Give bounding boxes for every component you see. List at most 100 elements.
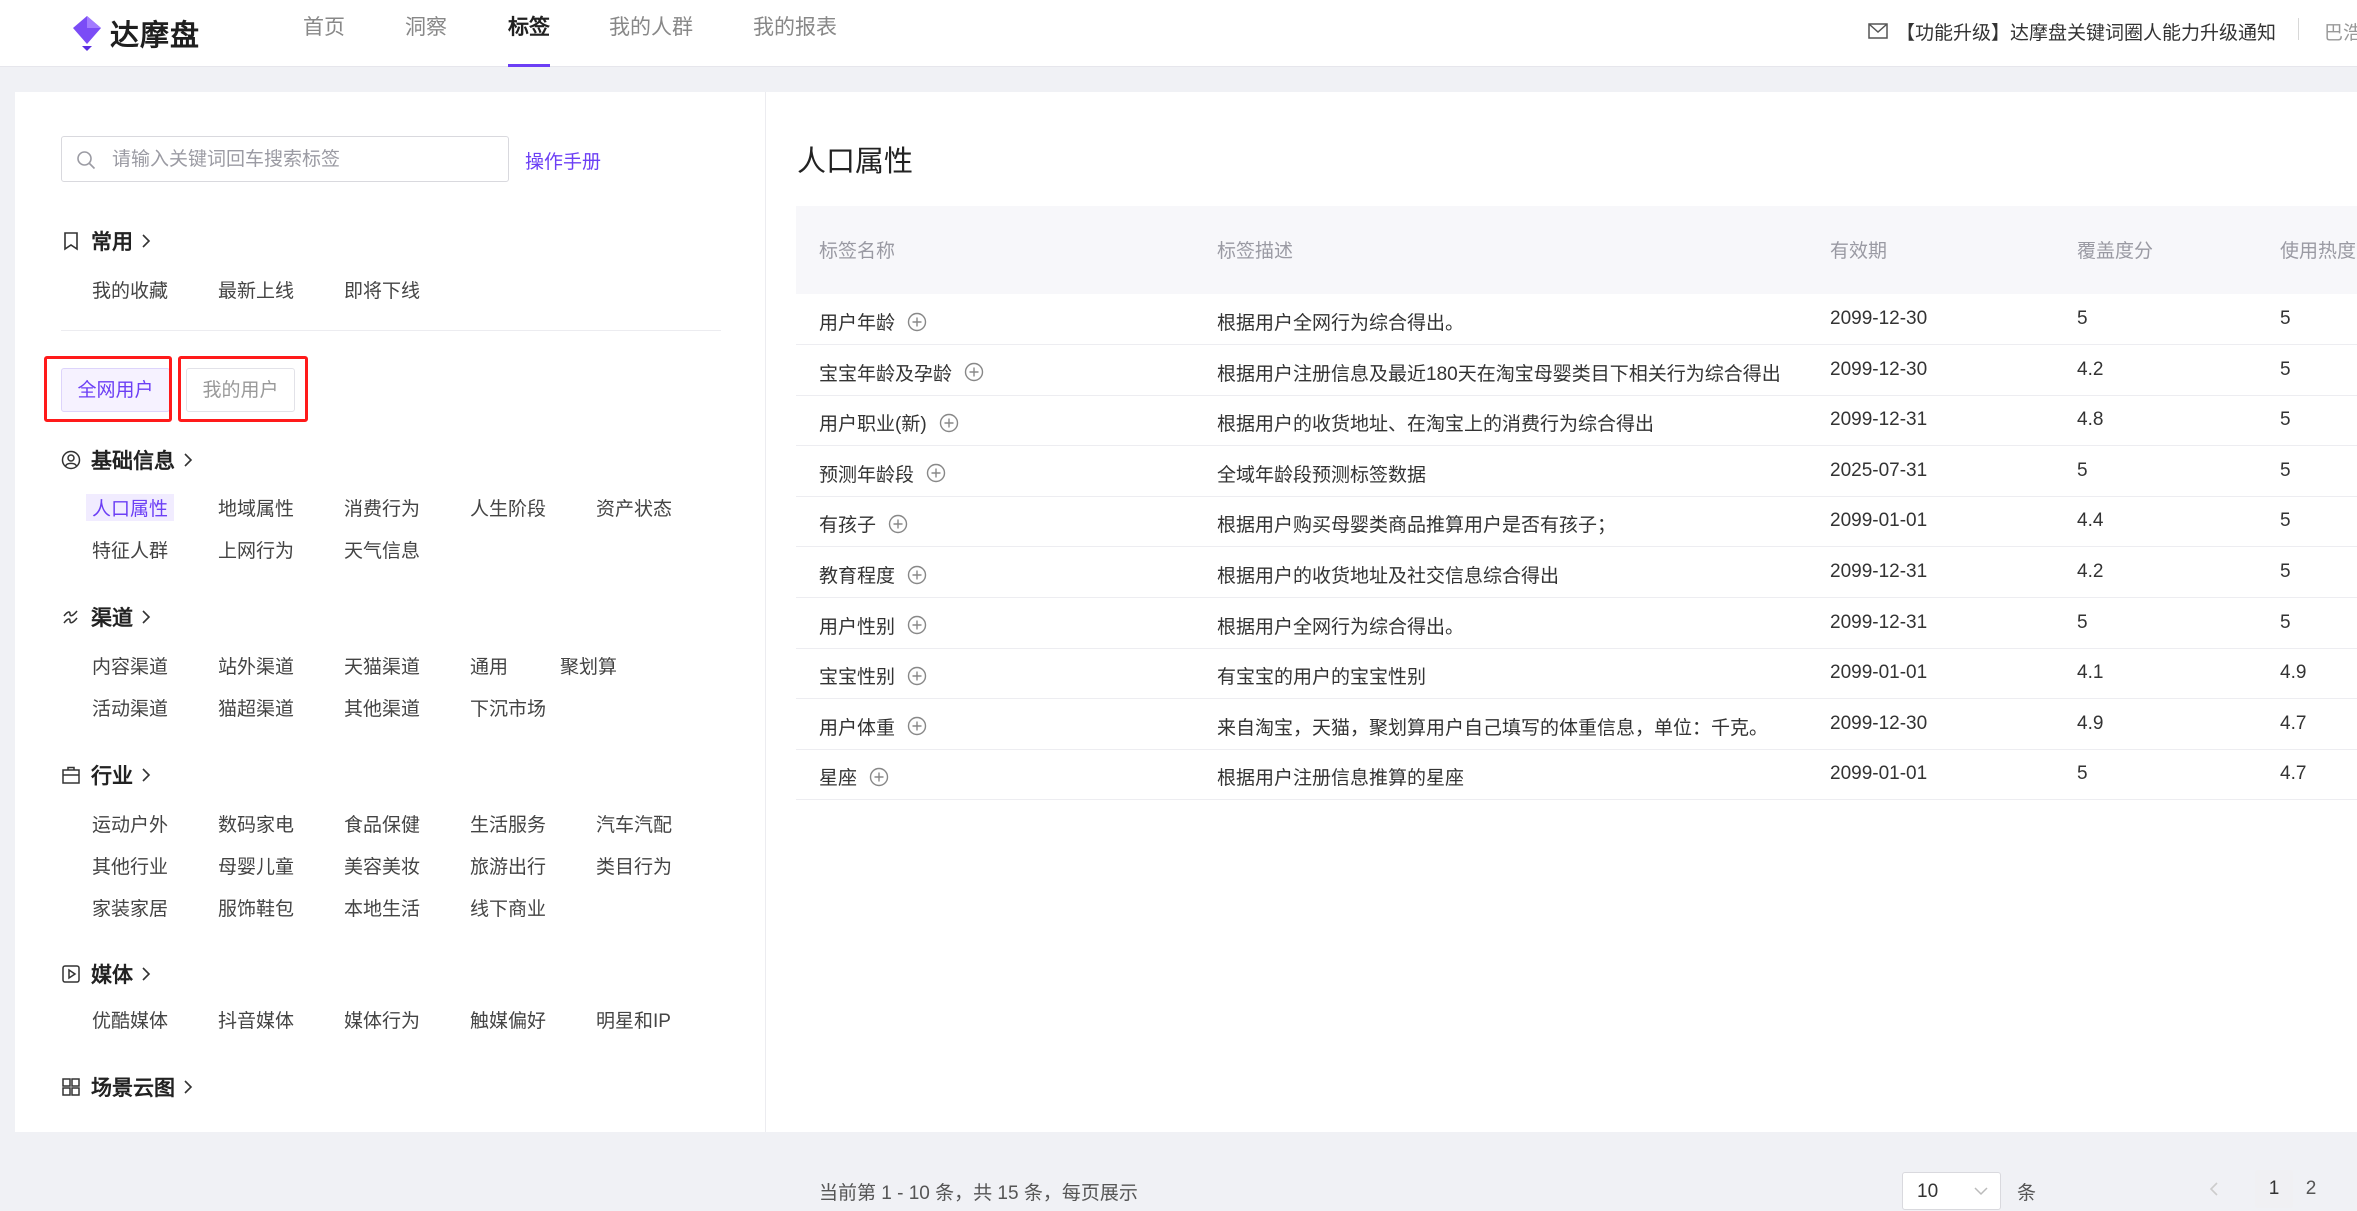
tag-description-cell: 根据用户的收货地址及社交信息综合得出 [1217, 561, 1559, 588]
tag-life-service[interactable]: 生活服务 [470, 810, 546, 837]
tag-digital[interactable]: 数码家电 [218, 810, 294, 837]
tag-celebrity-ip[interactable]: 明星和IP [596, 1006, 671, 1033]
notice-link[interactable]: 【功能升级】达摩盘关键词圈人能力升级通知 [1868, 18, 2276, 44]
section-media[interactable]: 媒体 [61, 959, 151, 989]
section-title: 基础信息 [91, 450, 175, 473]
tag-douyin[interactable]: 抖音媒体 [218, 1006, 294, 1033]
user-name[interactable]: 巴浩 [2324, 18, 2357, 45]
add-tag-icon[interactable] [907, 615, 927, 635]
tag-other-channel[interactable]: 其他渠道 [344, 694, 420, 721]
tag-name-cell: 宝宝年龄及孕龄 [819, 359, 984, 386]
tag-expiry-cell: 2099-12-31 [1830, 409, 1927, 431]
page-1-button[interactable]: 1 [2255, 1170, 2293, 1208]
tag-content-channel[interactable]: 内容渠道 [92, 652, 168, 679]
tag-auto[interactable]: 汽车汽配 [596, 810, 672, 837]
tag-heat-cell-text: 5 [2280, 459, 2291, 481]
section-industry[interactable]: 行业 [61, 760, 151, 790]
tag-coverage-cell: 4.8 [2077, 409, 2103, 431]
search-icon [77, 151, 96, 170]
tag-tmall-channel[interactable]: 天猫渠道 [344, 652, 420, 679]
tag-expiry-cell: 2099-12-30 [1830, 359, 1927, 381]
tag-supermarket-channel[interactable]: 猫超渠道 [218, 694, 294, 721]
tag-description-cell-text: 根据用户的收货地址及社交信息综合得出 [1217, 566, 1560, 587]
tag-local-life[interactable]: 本地生活 [344, 894, 420, 921]
prev-page-button[interactable] [2201, 1170, 2227, 1208]
add-tag-icon[interactable] [907, 565, 927, 585]
nav-my-audience[interactable]: 我的人群 [609, 0, 693, 66]
tag-description-cell-text: 根据用户全网行为综合得出。 [1217, 616, 1465, 638]
tag-sports[interactable]: 运动户外 [92, 810, 168, 837]
tag-life-stage[interactable]: 人生阶段 [470, 494, 546, 521]
tag-search[interactable] [61, 136, 509, 183]
tag-other-industry[interactable]: 其他行业 [92, 852, 168, 879]
tag-lower-tier-market[interactable]: 下沉市场 [470, 694, 546, 721]
tag-online-behavior[interactable]: 上网行为 [218, 536, 294, 563]
tag-consumption[interactable]: 消费行为 [344, 494, 420, 521]
tag-offline-business[interactable]: 线下商业 [470, 894, 546, 921]
nav-tags[interactable]: 标签 [508, 0, 550, 67]
tag-weather[interactable]: 天气信息 [344, 536, 420, 563]
tag-category-behavior[interactable]: 类目行为 [596, 852, 672, 879]
add-tag-icon[interactable] [964, 362, 984, 382]
page-size-select[interactable]: 10 [1902, 1172, 2001, 1210]
tag-media-behavior[interactable]: 媒体行为 [344, 1006, 420, 1033]
add-tag-icon[interactable] [907, 666, 927, 686]
tag-event-channel[interactable]: 活动渠道 [92, 694, 168, 721]
tag-food-health[interactable]: 食品保健 [344, 810, 420, 837]
tag-description-cell-text: 全域年龄段预测标签数据 [1217, 464, 1427, 486]
nav-my-reports[interactable]: 我的报表 [753, 0, 837, 66]
section-scene-cloud[interactable]: 场景云图 [61, 1072, 193, 1102]
add-tag-icon[interactable] [926, 463, 946, 483]
section-title: 场景云图 [91, 1077, 175, 1100]
tag-demographics[interactable]: 人口属性 [86, 494, 175, 521]
tag-assets[interactable]: 资产状态 [596, 494, 672, 521]
tag-name-cell: 用户体重 [819, 713, 927, 740]
tag-media-preference[interactable]: 触媒偏好 [470, 1006, 546, 1033]
brand-name: 达摩盘 [110, 20, 201, 52]
play-icon [62, 965, 80, 983]
grid-icon [62, 1078, 80, 1096]
tag-name-cell: 教育程度 [819, 561, 927, 588]
add-tag-icon[interactable] [907, 312, 927, 332]
add-tag-icon[interactable] [869, 767, 889, 787]
tag-apparel[interactable]: 服饰鞋包 [218, 894, 294, 921]
tag-home[interactable]: 家装家居 [92, 894, 168, 921]
chevron-left-icon [2209, 1182, 2218, 1196]
tag-newest[interactable]: 最新上线 [218, 276, 294, 303]
tag-general[interactable]: 通用 [470, 652, 508, 679]
tag-favorites[interactable]: 我的收藏 [92, 276, 168, 303]
tag-coverage-cell-text: 4.8 [2077, 409, 2104, 431]
section-common[interactable]: 常用 [61, 226, 151, 256]
tag-description-cell: 根据用户购买母婴类商品推算用户是否有孩子； [1217, 510, 1616, 537]
tag-juhuasuan[interactable]: 聚划算 [560, 652, 617, 679]
tag-offline-soon[interactable]: 即将下线 [344, 276, 420, 303]
chevron-right-icon [142, 234, 151, 248]
add-tag-icon[interactable] [888, 514, 908, 534]
tag-coverage-cell-text: 4.1 [2077, 662, 2104, 684]
tag-heat-cell: 5 [2280, 409, 2291, 431]
tag-coverage-cell-text: 4.9 [2077, 712, 2104, 734]
tag-beauty[interactable]: 美容美妆 [344, 852, 420, 879]
section-basic-info[interactable]: 基础信息 [61, 445, 193, 475]
nav-home[interactable]: 首页 [303, 0, 345, 66]
col-description: 标签描述 [1217, 241, 1294, 262]
tag-mother-baby[interactable]: 母婴儿童 [218, 852, 294, 879]
user-circle-icon [61, 450, 81, 470]
search-input[interactable] [110, 137, 504, 183]
nav-insight[interactable]: 洞察 [405, 0, 447, 66]
tag-travel[interactable]: 旅游出行 [470, 852, 546, 879]
tag-coverage-cell: 4.1 [2077, 662, 2103, 684]
tag-youku[interactable]: 优酷媒体 [92, 1006, 168, 1033]
logo[interactable]: 达摩盘 [70, 12, 200, 54]
section-channel[interactable]: 渠道 [61, 602, 151, 632]
tag-expiry-cell: 2099-01-01 [1830, 510, 1927, 532]
add-tag-icon[interactable] [907, 716, 927, 736]
tag-external-channel[interactable]: 站外渠道 [218, 652, 294, 679]
section-title: 渠道 [91, 607, 133, 630]
tag-feature-crowd[interactable]: 特征人群 [92, 536, 168, 563]
page-2-button[interactable]: 2 [2298, 1170, 2324, 1208]
manual-link[interactable]: 操作手册 [525, 147, 601, 174]
add-tag-icon[interactable] [939, 413, 959, 433]
briefcase-icon [62, 766, 80, 784]
tag-region[interactable]: 地域属性 [218, 494, 294, 521]
